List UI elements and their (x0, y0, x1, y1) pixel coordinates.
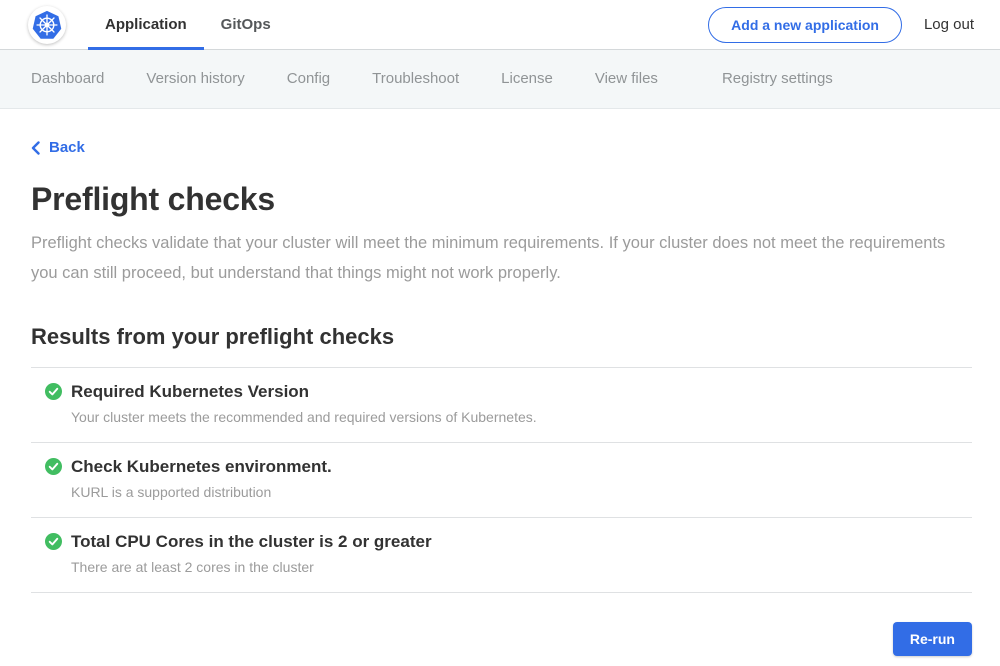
top-navbar: Application GitOps Add a new application… (0, 0, 1000, 50)
tab-application-label: Application (105, 16, 187, 33)
logout-link[interactable]: Log out (924, 16, 974, 33)
tab-gitops-label: GitOps (221, 16, 271, 33)
primary-nav-tabs: Application GitOps (88, 0, 288, 49)
check-result-row: Required Kubernetes Version Your cluster… (31, 367, 972, 442)
page-title: Preflight checks (31, 181, 972, 218)
check-result-row: Total CPU Cores in the cluster is 2 or g… (31, 517, 972, 592)
subnav-item-version-history[interactable]: Version history (125, 63, 265, 94)
subnav-item-view-files[interactable]: View files (574, 63, 679, 94)
kubernetes-logo (28, 6, 66, 44)
logo-wrap[interactable] (0, 0, 88, 49)
page-actions: Re-run (31, 622, 972, 656)
check-result-row: Check Kubernetes environment. KURL is a … (31, 442, 972, 517)
check-detail: Your cluster meets the recommended and r… (71, 409, 972, 425)
back-link[interactable]: Back (31, 139, 85, 156)
subnav-item-registry-settings[interactable]: Registry settings (679, 63, 854, 94)
subnav-item-license[interactable]: License (480, 63, 574, 94)
add-new-application-button[interactable]: Add a new application (708, 7, 902, 43)
check-passed-icon (45, 458, 62, 475)
check-detail: KURL is a supported distribution (71, 484, 972, 500)
check-passed-icon (45, 383, 62, 400)
subnav-item-config[interactable]: Config (266, 63, 351, 94)
navbar-right: Add a new application Log out (708, 0, 1000, 49)
page-description: Preflight checks validate that your clus… (31, 228, 972, 288)
rerun-button[interactable]: Re-run (893, 622, 972, 656)
kubernetes-logo-icon (30, 8, 64, 42)
check-detail: There are at least 2 cores in the cluste… (71, 559, 972, 575)
app-subnav: Dashboard Version history Config Trouble… (0, 50, 1000, 109)
results-heading: Results from your preflight checks (31, 324, 972, 350)
navbar-left: Application GitOps (0, 0, 288, 49)
preflight-page: Back Preflight checks Preflight checks v… (0, 109, 1000, 656)
check-title: Required Kubernetes Version (71, 382, 972, 402)
back-link-label: Back (49, 139, 85, 156)
check-title: Total CPU Cores in the cluster is 2 or g… (71, 532, 972, 552)
tab-application[interactable]: Application (88, 0, 204, 49)
subnav-item-dashboard[interactable]: Dashboard (10, 63, 125, 94)
subnav-item-troubleshoot[interactable]: Troubleshoot (351, 63, 480, 94)
chevron-left-icon (31, 141, 40, 155)
tab-gitops[interactable]: GitOps (204, 0, 288, 49)
preflight-results-list: Required Kubernetes Version Your cluster… (31, 367, 972, 593)
check-passed-icon (45, 533, 62, 550)
check-title: Check Kubernetes environment. (71, 457, 972, 477)
